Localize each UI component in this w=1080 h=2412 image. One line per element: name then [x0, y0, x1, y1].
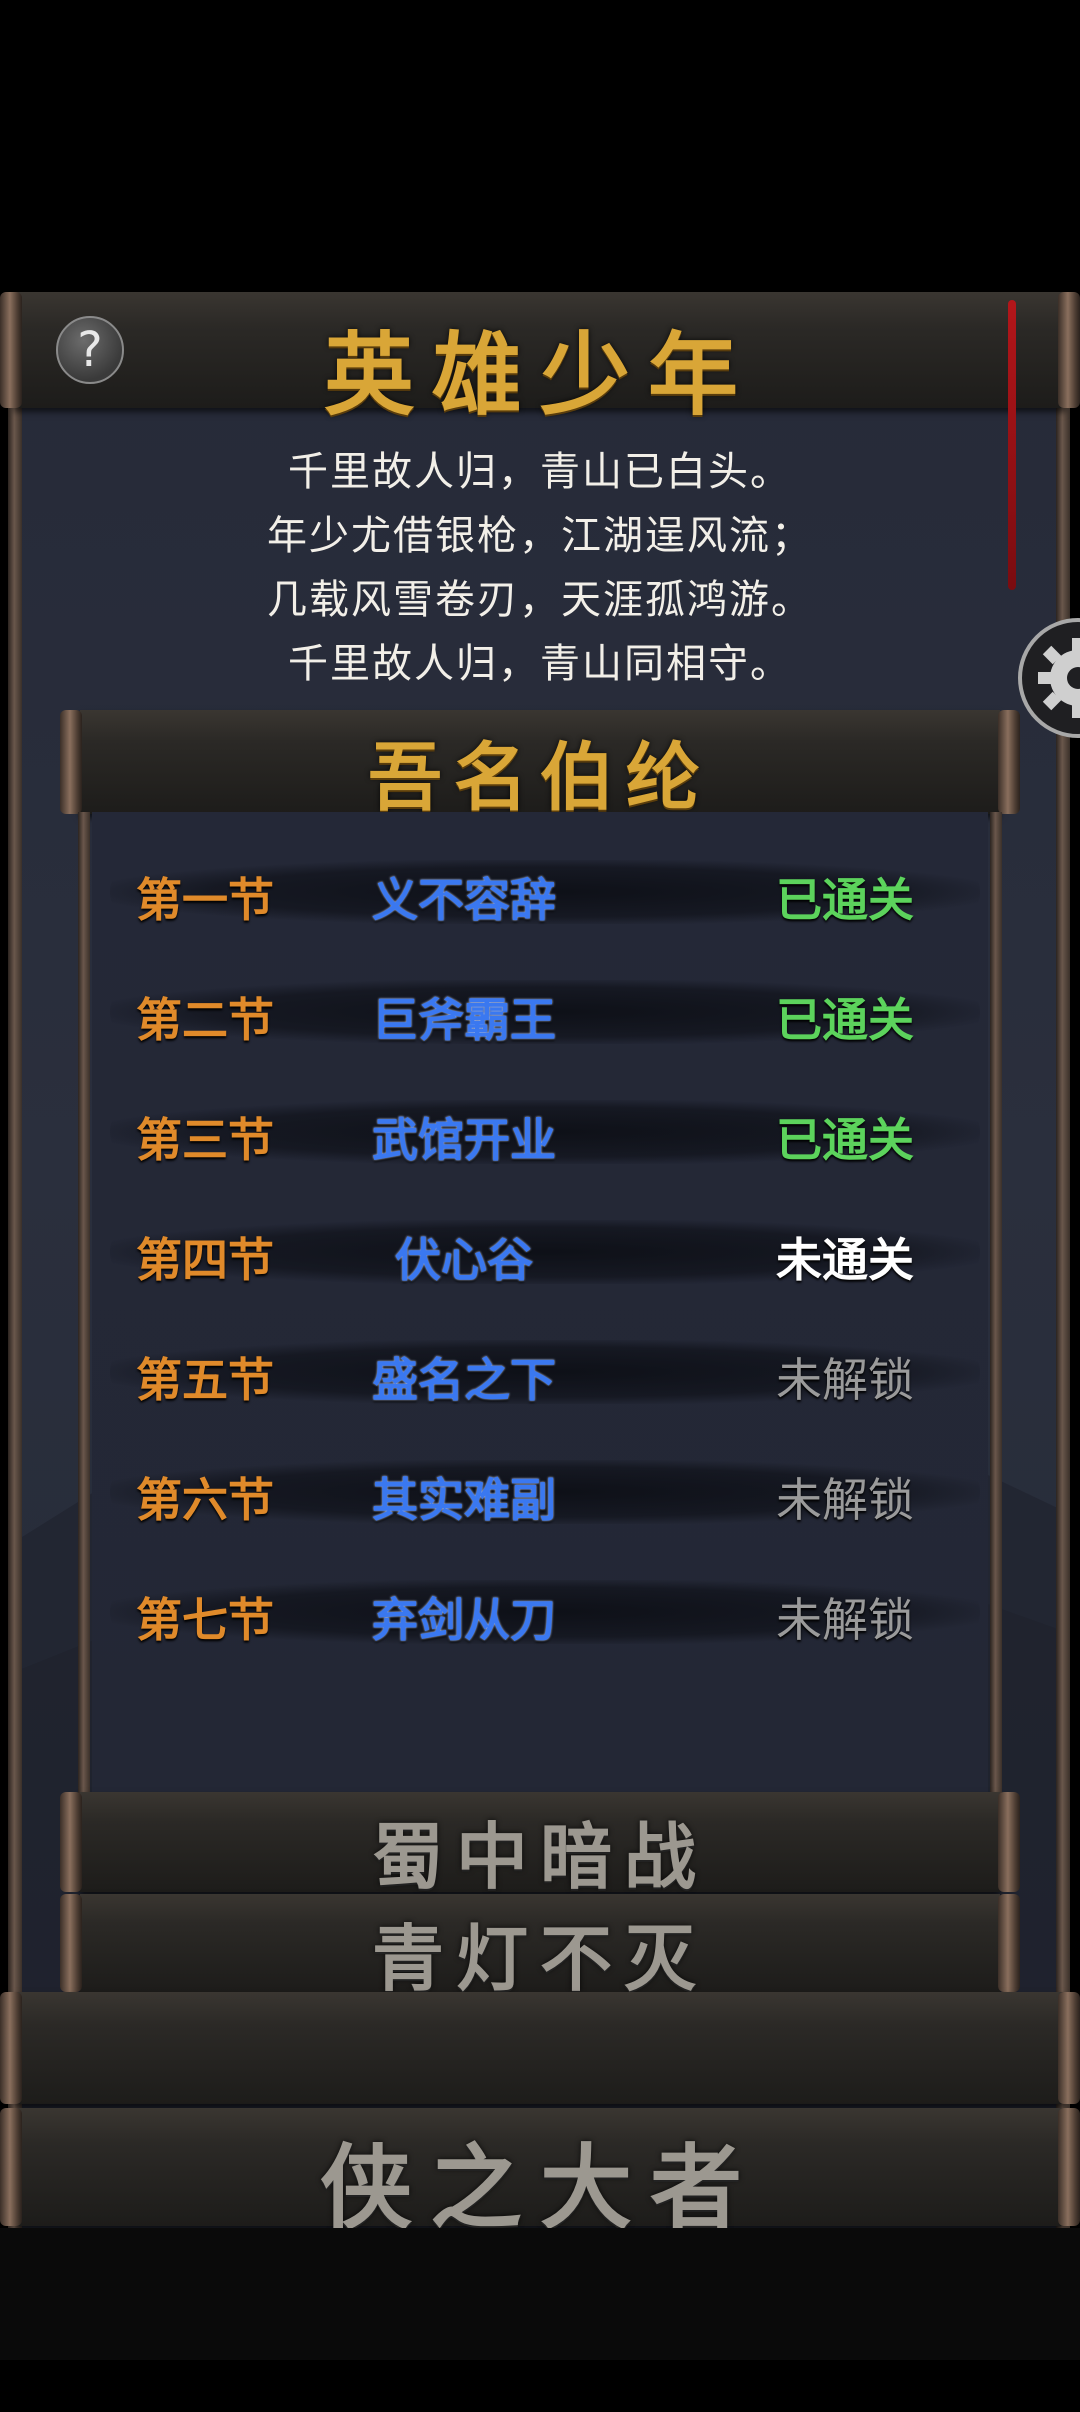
- chapter-bar-end-left: [60, 1792, 82, 1892]
- footer-bar[interactable]: 侠之大者: [14, 2108, 1066, 2242]
- section-name: 义不容辞: [372, 873, 556, 927]
- section-status: 已通关: [776, 873, 914, 927]
- section-number: 第三节: [136, 1113, 274, 1167]
- section-status: 已通关: [776, 1113, 914, 1167]
- section-name: 盛名之下: [372, 1353, 556, 1407]
- chapter-bar-open[interactable]: 吾名伯纶: [80, 710, 1000, 821]
- chapter-bar-end-right: [998, 1792, 1020, 1892]
- footer-bar-end-left: [0, 2108, 22, 2226]
- footer-bar-end-right: [1058, 2108, 1080, 2226]
- header-bar-end-right: [1058, 292, 1080, 408]
- section-status: 未通关: [776, 1233, 914, 1287]
- section-name: 其实难副: [372, 1473, 556, 1527]
- section-row[interactable]: 第二节 巨斧霸王 已通关: [100, 950, 980, 1070]
- help-button[interactable]: ?: [56, 316, 124, 384]
- section-row[interactable]: 第七节 弃剑从刀 未解锁: [100, 1550, 980, 1670]
- poem-line: 几载风雪卷刃，天涯孤鸿游。: [267, 577, 813, 623]
- section-number: 第七节: [136, 1593, 274, 1647]
- section-name: 伏心谷: [395, 1233, 533, 1287]
- section-row[interactable]: 第五节 盛名之下 未解锁: [100, 1310, 980, 1430]
- section-row[interactable]: 第一节 义不容辞 已通关: [100, 830, 980, 950]
- section-name: 武馆开业: [372, 1113, 556, 1167]
- poem-line: 千里故人归，青山同相守。: [288, 641, 792, 687]
- section-number: 第四节: [136, 1233, 274, 1287]
- section-status: 未解锁: [776, 1473, 914, 1527]
- chapter-title: 吾名伯纶: [368, 735, 712, 821]
- chapter-title: 蜀中暗战: [371, 1814, 708, 1899]
- header-bar: 英雄少年: [14, 292, 1066, 428]
- section-number: 第一节: [136, 873, 274, 927]
- chapter-bar-end-right: [998, 710, 1020, 814]
- help-icon: ?: [77, 322, 103, 378]
- game-title: 英雄少年: [324, 322, 756, 428]
- chapter-bar-locked[interactable]: 青灯不灭: [80, 1894, 1000, 2001]
- scroll-roll-end-left: [0, 1992, 22, 2104]
- scroll-roll-end-right: [1058, 1992, 1080, 2104]
- bottom-area: [0, 2228, 1080, 2360]
- chapter-title: 青灯不灭: [371, 1916, 708, 2001]
- section-status: 未解锁: [776, 1353, 914, 1407]
- list-rod-right: [990, 812, 1002, 1794]
- section-name: 巨斧霸王: [372, 993, 556, 1047]
- poem: 千里故人归，青山已白头。 年少尤借银枪，江湖逞风流； 几载风雪卷刃，天涯孤鸿游。…: [0, 440, 1080, 696]
- section-number: 第五节: [136, 1353, 274, 1407]
- chapter-bar-end-left: [60, 1894, 82, 1992]
- scroll-roll: [14, 1992, 1066, 2104]
- section-number: 第二节: [136, 993, 274, 1047]
- chapter-bar-end-left: [60, 710, 82, 814]
- section-status: 未解锁: [776, 1593, 914, 1647]
- section-status: 已通关: [776, 993, 914, 1047]
- list-rod-left: [78, 812, 90, 1794]
- header-bar-end-left: [0, 292, 22, 408]
- chapter-bar-end-right: [998, 1894, 1020, 1992]
- chapter-bar-locked[interactable]: 蜀中暗战: [80, 1792, 1000, 1899]
- section-number: 第六节: [136, 1473, 274, 1527]
- poem-line: 年少尤借银枪，江湖逞风流；: [267, 513, 813, 559]
- section-name: 弃剑从刀: [372, 1593, 556, 1647]
- section-row[interactable]: 第四节 伏心谷 未通关: [100, 1190, 980, 1310]
- section-row[interactable]: 第六节 其实难副 未解锁: [100, 1430, 980, 1550]
- section-row[interactable]: 第三节 武馆开业 已通关: [100, 1070, 980, 1190]
- poem-line: 千里故人归，青山已白头。: [288, 449, 792, 495]
